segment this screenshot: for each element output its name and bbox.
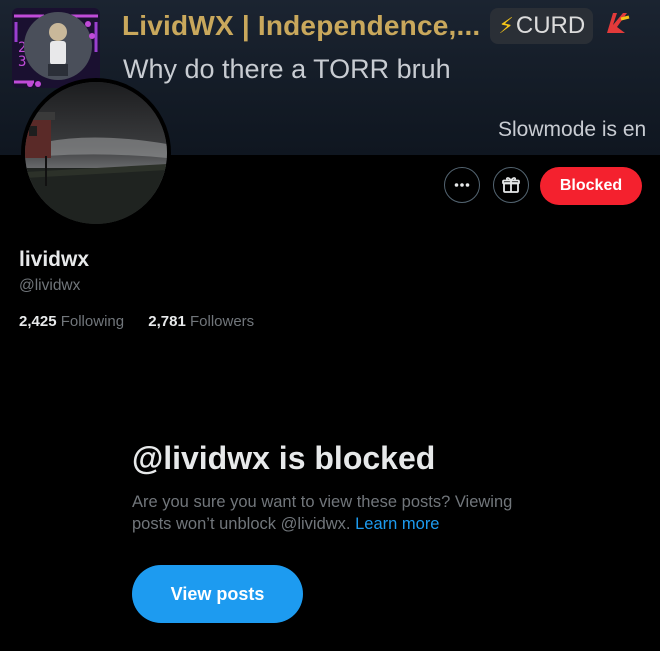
banner-subtitle: Why do there a TORR bruh: [123, 54, 451, 84]
banner-title-row: LividWX | Independence,... ⚡ CURD: [122, 6, 660, 46]
blocked-heading: @lividwx is blocked: [132, 440, 436, 476]
followers-label: Followers: [189, 313, 255, 330]
svg-text:3: 3: [18, 54, 26, 70]
view-posts-button[interactable]: View posts: [132, 565, 303, 623]
blocked-button[interactable]: Blocked: [540, 167, 642, 205]
banner-title: LividWX | Independence,...: [122, 10, 481, 41]
profile-handle: @lividwx: [19, 277, 81, 294]
profile-avatar[interactable]: [21, 78, 171, 228]
followers-count: 2,781: [148, 313, 186, 330]
following-label: Following: [60, 313, 125, 330]
curd-badge-label: CURD: [515, 12, 586, 39]
subscribe-gift-button[interactable]: [493, 167, 529, 203]
learn-more-link[interactable]: Learn more: [355, 515, 439, 533]
slowmode-notice: Slowmode is en: [498, 118, 647, 141]
gift-icon: [502, 177, 520, 193]
curd-badge: ⚡ CURD: [490, 8, 594, 44]
lightning-icon: ⚡: [498, 13, 514, 38]
followers-link[interactable]: 2,781 Followers: [148, 313, 254, 330]
profile-display-name: lividwx: [19, 248, 90, 271]
more-options-button[interactable]: [444, 167, 480, 203]
following-count: 2,425: [19, 313, 57, 330]
blocked-description: Are you sure you want to view these post…: [132, 491, 552, 535]
following-link[interactable]: 2,425 Following: [19, 313, 124, 330]
blocked-description-text: Are you sure you want to view these post…: [132, 493, 513, 533]
tornado-photo: [25, 82, 167, 224]
more-horizontal-icon: [454, 183, 470, 187]
banner-emblem-icon: [603, 9, 631, 44]
profile-stats: 2,425 Following 2,781 Followers: [19, 313, 274, 330]
